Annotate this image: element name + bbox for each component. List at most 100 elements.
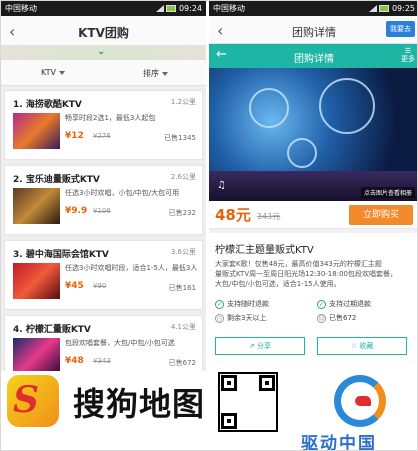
deal-price: ¥48 xyxy=(65,356,84,366)
deal-sold-count: 已售1345 xyxy=(164,134,196,142)
sogou-map-title: 搜狗地图 xyxy=(73,385,206,423)
tag-label: 支持过期退款 xyxy=(329,300,371,308)
deal-info: 柠檬汇主题量贩式KTV 大家套K歌！仅售48元，最高价值343元的柠檬汇主题 量… xyxy=(209,233,417,371)
tag-label: 支持随时退款 xyxy=(227,300,269,308)
battery-icon xyxy=(379,5,389,12)
deal-orig-price: ¥90 xyxy=(93,282,107,290)
hero-photo[interactable]: ♫ 点击图片查看相册 xyxy=(209,68,417,201)
sort-filter-label: 排序 xyxy=(143,69,159,78)
price-row: 48元 343元 立即购买 xyxy=(209,201,417,229)
category-filter-label: KTV xyxy=(41,68,56,77)
toolbar-title: 团购详情 xyxy=(294,54,334,65)
status-time: 09:24 xyxy=(178,4,202,13)
tag-sold: ☺ 已售672 xyxy=(317,313,356,323)
ktv-list-screen: ‹ KTV团购 ⌄ KTV 排序 1. 海捞歌酷KTV 1.2公里 畅享时段2选… xyxy=(1,16,206,371)
deal-list: 1. 海捞歌酷KTV 1.2公里 畅享时段2选1，最低3人起包 ¥12 ¥276… xyxy=(1,86,206,371)
venue-name: 柠檬汇主题量贩式KTV xyxy=(215,245,314,256)
chevron-down-icon[interactable]: ⌄ xyxy=(97,46,105,57)
deal-distance: 1.2公里 xyxy=(170,98,196,106)
favorite-label: 收藏 xyxy=(359,342,374,350)
list-item[interactable]: 4. 柠檬汇量贩KTV 4.1公里 包段欢唱套餐，大包/中包/小包可选 ¥48 … xyxy=(4,315,203,371)
qr-finder xyxy=(221,413,237,429)
deal-distance: 2.6公里 xyxy=(170,173,196,181)
sogou-map-logo: S xyxy=(7,375,59,427)
deal-price: ¥12 xyxy=(65,131,84,141)
buy-now-button[interactable]: 立即购买 xyxy=(349,205,413,225)
tag-refund-expired: ✓ 支持过期退款 xyxy=(317,299,371,309)
qudong-title: 驱动中国 xyxy=(301,434,377,451)
deal-distance: 4.1公里 xyxy=(170,323,196,331)
deal-name: 2. 宝乐迪量贩式KTV xyxy=(13,175,100,185)
category-filter[interactable]: KTV xyxy=(41,68,65,77)
detail-toolbar: ← 团购详情 ☰ 更多 xyxy=(209,44,417,68)
user-icon: ☺ xyxy=(317,313,326,323)
screenshot-frame: 中国移动 09:24 中国移动 09:25 ‹ KTV团购 ⌄ KTV 排序 1… xyxy=(0,0,418,451)
menu-icon: ☰ xyxy=(404,47,412,55)
decor-panel xyxy=(249,88,289,128)
carrier-label: 中国移动 xyxy=(5,4,37,13)
qr-code xyxy=(218,372,278,432)
share-button[interactable]: ⇗ 分享 xyxy=(215,337,305,355)
qudong-logo xyxy=(334,375,386,427)
tag-refund-anytime: ✓ 支持随时退款 xyxy=(215,299,269,309)
more-menu-button[interactable]: ☰ 更多 xyxy=(401,47,415,63)
deal-desc: 畅享时段2选1，最低3人起包 xyxy=(65,114,156,122)
decor-panel xyxy=(287,138,317,168)
bird-icon xyxy=(355,396,371,406)
deal-detail-screen: ‹ 团购详情 我要去 ← 团购详情 ☰ 更多 ♫ 点击图片查看相册 48元 343… xyxy=(209,16,417,371)
deal-price: ¥9.9 xyxy=(65,206,88,216)
deal-name: 4. 柠檬汇量贩KTV xyxy=(13,325,91,335)
more-label: 更多 xyxy=(401,55,415,63)
tag-label: 已售672 xyxy=(329,314,357,322)
status-bar-right: 中国移动 09:25 xyxy=(209,1,417,16)
carrier-label: 中国移动 xyxy=(213,4,245,13)
check-circle-icon: ✓ xyxy=(215,299,224,309)
deal-thumbnail xyxy=(13,188,60,224)
sort-filter[interactable]: 排序 xyxy=(143,68,168,79)
share-icon: ⇗ xyxy=(248,342,255,350)
clock-icon: ◷ xyxy=(215,313,224,323)
deal-desc: 包段欢唱套餐，大包/中包/小包可选 xyxy=(65,339,175,347)
status-icons xyxy=(367,5,389,12)
status-time: 09:25 xyxy=(391,4,415,13)
status-bar-left: 中国移动 09:24 xyxy=(1,1,206,16)
go-there-button[interactable]: 我要去 xyxy=(386,21,415,37)
current-price: 48元 xyxy=(215,206,251,224)
star-icon: ☆ xyxy=(350,342,358,350)
venue-logo-mark: ♫ xyxy=(217,180,226,191)
status-icons xyxy=(154,5,176,12)
deal-sold-count: 已售232 xyxy=(168,209,196,217)
signal-icon xyxy=(156,5,164,12)
deal-sold-count: 已售672 xyxy=(168,359,196,367)
list-item[interactable]: 3. 碧中海国际会馆KTV 3.6公里 任选3小时欢唱时段，适合1-5人，最低3… xyxy=(4,240,203,310)
map-strip[interactable]: ⌄ xyxy=(1,46,206,60)
deal-desc: 任选3小时欢唱时段，适合1-5人，最低3人 xyxy=(65,264,198,272)
qr-finder xyxy=(221,375,237,391)
deal-thumbnail xyxy=(13,113,60,149)
deal-thumbnail xyxy=(13,263,60,299)
deal-price: ¥45 xyxy=(65,281,84,291)
list-item[interactable]: 1. 海捞歌酷KTV 1.2公里 畅享时段2选1，最低3人起包 ¥12 ¥276… xyxy=(4,90,203,160)
favorite-button[interactable]: ☆ 收藏 xyxy=(317,337,407,355)
deal-name: 3. 碧中海国际会馆KTV xyxy=(13,250,109,260)
share-label: 分享 xyxy=(257,342,272,350)
deal-thumbnail xyxy=(13,338,60,371)
battery-icon xyxy=(166,5,176,12)
page-title: KTV团购 xyxy=(78,26,129,40)
tag-time-left: ◷ 剩余3天以上 xyxy=(215,313,266,323)
deal-orig-price: ¥343 xyxy=(93,357,111,365)
deal-sold-count: 已售161 xyxy=(168,284,196,292)
filter-bar: KTV 排序 xyxy=(1,60,206,86)
original-price: 343元 xyxy=(257,212,281,221)
list-header: ‹ KTV团购 xyxy=(1,16,206,46)
deal-description: 大家套K歌！仅售48元，最高价值343元的柠檬汇主题 量贩式KTV周一至周日阳光… xyxy=(215,260,397,288)
deal-orig-price: ¥276 xyxy=(93,132,111,140)
check-circle-icon: ✓ xyxy=(317,299,326,309)
deal-name: 1. 海捞歌酷KTV xyxy=(13,100,82,110)
deal-desc: 任选3小时欢唱，小包/中包/大包可用 xyxy=(65,189,180,197)
deal-distance: 3.6公里 xyxy=(170,248,196,256)
caret-down-icon xyxy=(162,71,168,76)
caret-down-icon xyxy=(58,70,65,75)
signal-icon xyxy=(369,5,377,12)
list-item[interactable]: 2. 宝乐迪量贩式KTV 2.6公里 任选3小时欢唱，小包/中包/大包可用 ¥9… xyxy=(4,165,203,235)
